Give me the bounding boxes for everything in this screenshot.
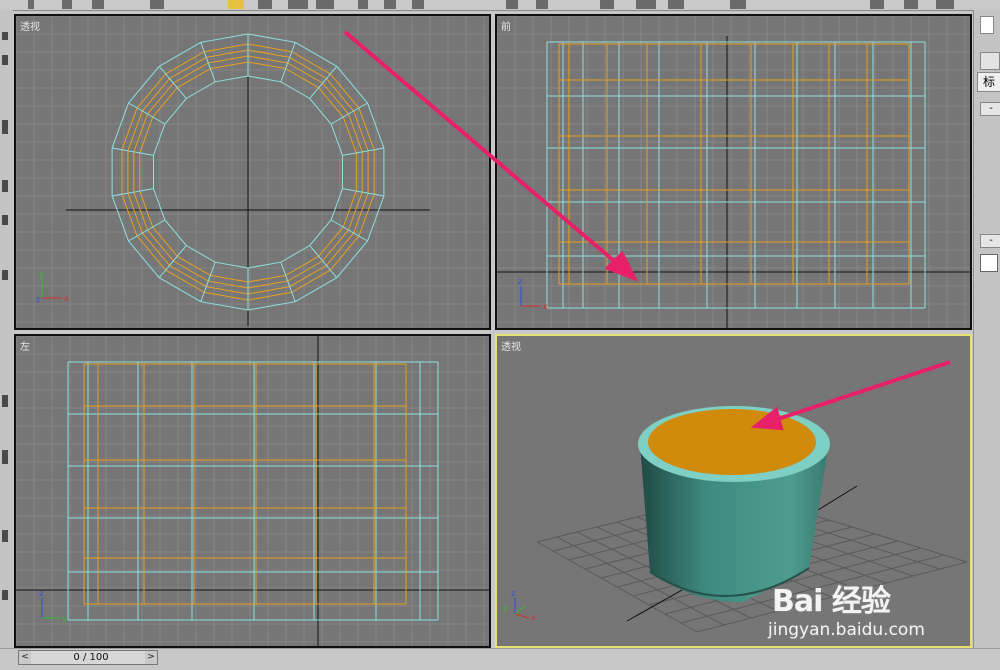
command-panel: 标 - -	[973, 10, 1000, 650]
watermark-url: jingyan.baidu.com	[768, 620, 925, 640]
chevron-left-icon[interactable]: <	[19, 651, 31, 664]
object-type-dropdown[interactable]: 标	[977, 72, 1000, 92]
color-swatch[interactable]	[980, 254, 998, 272]
watermark: Bai 经验 jingyan.baidu.com	[760, 560, 1000, 660]
watermark-logo: Bai 经验	[772, 584, 891, 619]
create-tab-icon[interactable]	[980, 52, 1000, 70]
time-slider[interactable]: < 0 / 100 >	[18, 650, 158, 665]
select-cursor-icon[interactable]	[980, 16, 994, 34]
frame-counter: 0 / 100	[73, 652, 109, 663]
rollout-toggle[interactable]: -	[980, 102, 1000, 116]
rollout-toggle[interactable]: -	[980, 234, 1000, 248]
annotation-arrow	[343, 30, 639, 282]
annotation-arrow	[750, 360, 951, 431]
chevron-right-icon[interactable]: >	[145, 651, 157, 664]
